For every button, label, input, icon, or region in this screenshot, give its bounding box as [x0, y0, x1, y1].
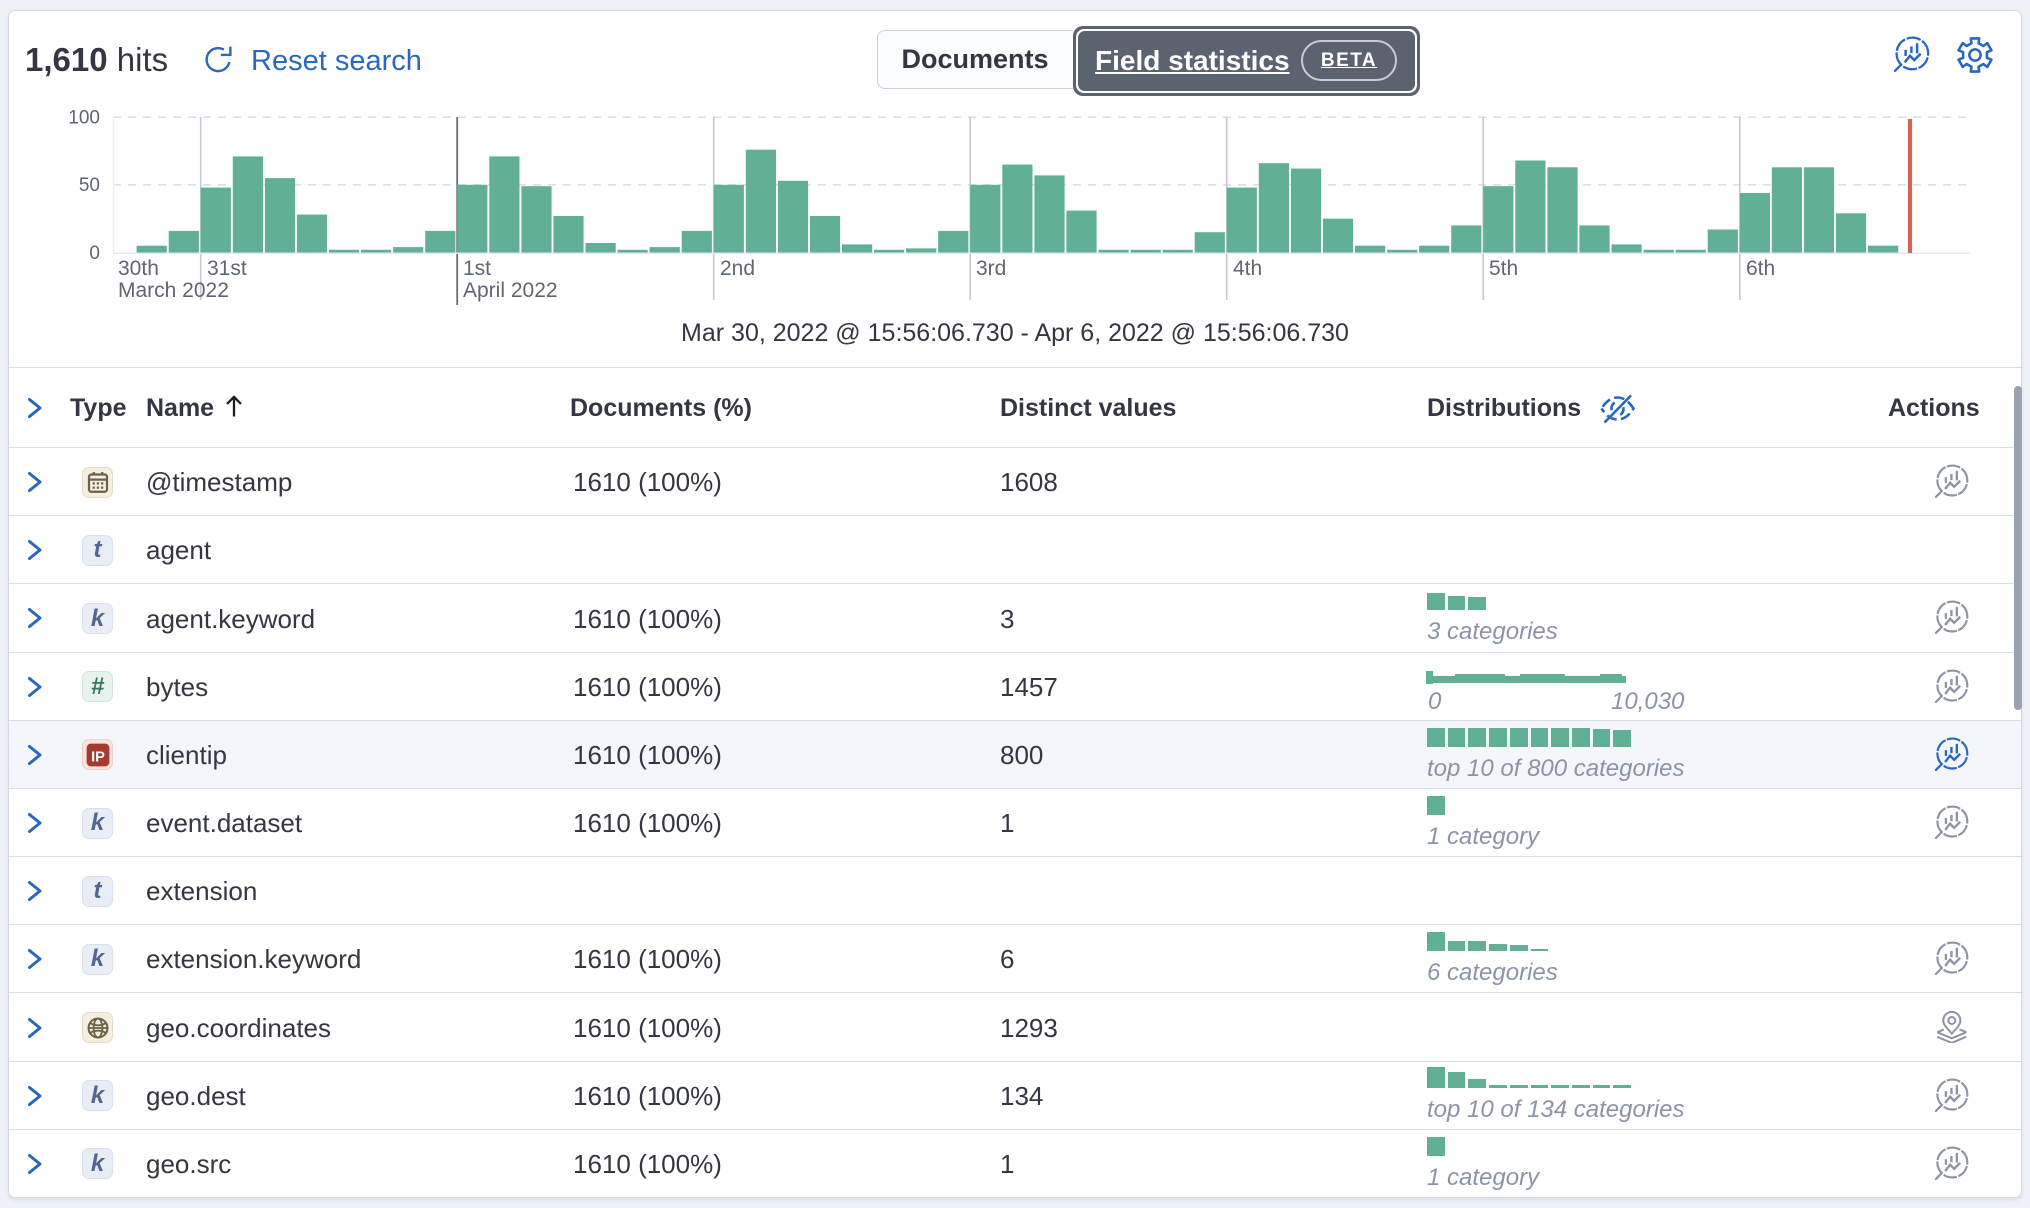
svg-text:1st: 1st	[463, 257, 491, 280]
svg-text:2nd: 2nd	[720, 257, 755, 280]
svg-text:6th: 6th	[1746, 257, 1775, 280]
svg-text:5th: 5th	[1489, 257, 1518, 280]
svg-text:April 2022: April 2022	[463, 279, 558, 302]
svg-text:100: 100	[68, 108, 100, 129]
svg-text:30th: 30th	[118, 257, 159, 280]
svg-text:31st: 31st	[207, 257, 247, 280]
svg-text:50: 50	[79, 175, 100, 196]
svg-text:3rd: 3rd	[976, 257, 1006, 280]
svg-text:March 2022: March 2022	[118, 279, 229, 302]
svg-text:4th: 4th	[1233, 257, 1262, 280]
svg-text:IP: IP	[91, 749, 105, 765]
svg-text:0: 0	[89, 243, 100, 264]
